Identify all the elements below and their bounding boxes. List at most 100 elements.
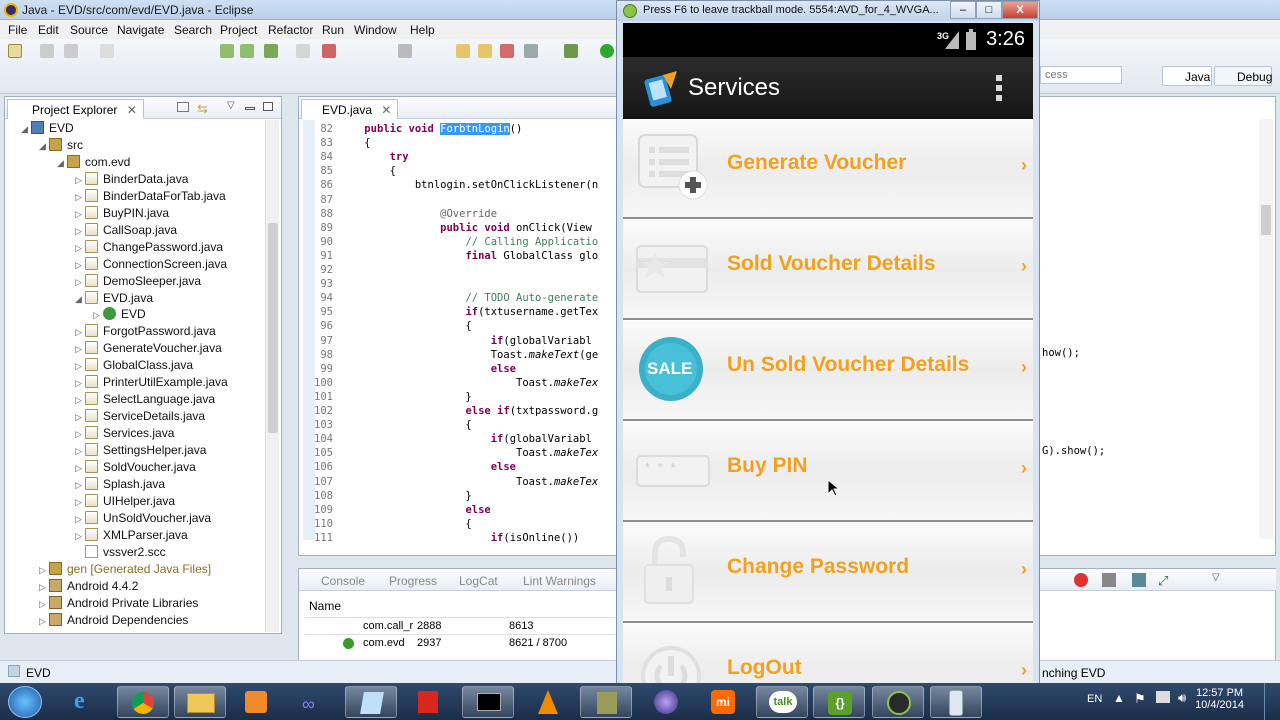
new-icon[interactable] <box>8 44 22 58</box>
expand-arrow-icon[interactable]: ▷ <box>75 361 85 372</box>
run-icon[interactable] <box>600 44 614 58</box>
system-clock[interactable]: 12:57 PM 10/4/2014 <box>1195 687 1244 711</box>
link-editor-icon[interactable]: ⇆ <box>197 101 208 117</box>
tree-item[interactable]: ▷ gen [Generated Java Files] <box>39 561 211 579</box>
tree-item[interactable]: ▷ SettingsHelper.java <box>75 443 206 460</box>
menu-item-file[interactable]: File <box>8 23 27 37</box>
close-button[interactable]: X <box>1002 1 1038 19</box>
code-line[interactable]: 86 btnlogin.setOnClickListener(n <box>299 179 598 193</box>
tree-item[interactable]: ▷ XMLParser.java <box>75 527 188 545</box>
lint-icon[interactable] <box>264 44 278 58</box>
expand-arrow-icon[interactable]: ▷ <box>39 565 49 576</box>
project-explorer-tab[interactable]: Project Explorer ✕ <box>7 99 144 119</box>
expand-arrow-icon[interactable]: ◢ <box>57 158 67 169</box>
menu-item-edit[interactable]: Edit <box>38 23 59 37</box>
list-item-generate-voucher[interactable]: Generate Voucher › <box>623 119 1033 219</box>
dump-icon[interactable] <box>1132 573 1146 587</box>
chrome-icon[interactable] <box>117 686 169 718</box>
tree-item[interactable]: ▷ BinderData.java <box>75 171 188 189</box>
tree-item[interactable]: ▷ Splash.java <box>75 476 165 494</box>
expand-arrow-icon[interactable]: ▷ <box>75 463 85 474</box>
expand-arrow-icon[interactable]: ◢ <box>75 294 85 305</box>
expand-arrow-icon[interactable]: ▷ <box>75 209 85 220</box>
code-line[interactable]: 93 <box>299 278 339 292</box>
notepad-icon[interactable] <box>345 686 397 718</box>
suspend-icon[interactable] <box>478 44 492 58</box>
expand-arrow-icon[interactable]: ▷ <box>75 277 85 288</box>
list-item-buy-pin[interactable]: * * * Buy PIN › <box>623 422 1033 522</box>
tree-item[interactable]: ▷ Services.java <box>75 426 174 443</box>
expand-arrow-icon[interactable]: ◢ <box>21 124 31 135</box>
expand-arrow-icon[interactable]: ▷ <box>75 226 85 237</box>
tree-item[interactable]: ▷ BuyPIN.java <box>75 205 169 223</box>
vlc-icon[interactable] <box>522 686 574 718</box>
screenshot-icon[interactable] <box>1102 573 1116 587</box>
volume-icon[interactable]: 🔊︎ <box>1178 690 1186 706</box>
scrollbar-thumb[interactable] <box>1261 205 1271 235</box>
expand-arrow-icon[interactable]: ▷ <box>75 480 85 491</box>
tree-item[interactable]: ▷ ServiceDetails.java <box>75 409 205 426</box>
code-line[interactable]: 106 else <box>299 461 516 475</box>
eclipse-launcher-icon[interactable] <box>640 686 692 718</box>
code-line[interactable]: 101 } <box>299 391 472 405</box>
menu-item-navigate[interactable]: Navigate <box>117 23 164 37</box>
java-perspective-button[interactable]: Java <box>1162 66 1212 86</box>
expand-arrow-icon[interactable]: ▷ <box>93 310 103 321</box>
code-line[interactable]: 98 Toast.makeText(ge <box>299 349 598 363</box>
expand-arrow-icon[interactable]: ▷ <box>75 446 85 457</box>
expand-arrow-icon[interactable]: ▷ <box>75 243 85 254</box>
code-line[interactable]: 82 public void ForbtnLogin() <box>299 123 522 137</box>
list-item-logout[interactable]: LogOut › <box>623 624 1033 687</box>
tree-item[interactable]: ▷ DemoSleeper.java <box>75 273 201 291</box>
expand-arrow-icon[interactable]: ▷ <box>75 192 85 203</box>
terminate-icon[interactable] <box>500 44 514 58</box>
tree-item[interactable]: ▷ GenerateVoucher.java <box>75 341 222 358</box>
tab-progress[interactable]: Progress <box>389 574 437 588</box>
tree-item[interactable]: ▷ ConnectionScreen.java <box>75 256 227 274</box>
start-button[interactable] <box>8 686 42 718</box>
code-line[interactable]: 100 Toast.makeTex <box>299 377 598 391</box>
expand-arrow-icon[interactable]: ▷ <box>75 327 85 338</box>
tree-item[interactable]: ◢ com.evd <box>57 154 130 172</box>
code-line[interactable]: 111 if(isOnline()) <box>299 532 579 546</box>
tree-item[interactable]: ▷ UIHelper.java <box>75 493 175 511</box>
tree-item[interactable]: ◢ EVD.java <box>75 290 153 308</box>
code-line[interactable]: 102 else if(txtpassword.g <box>299 405 598 419</box>
menu-item-run[interactable]: Run <box>322 23 344 37</box>
view-menu-icon[interactable]: ▽ <box>1212 572 1220 583</box>
print-icon[interactable] <box>100 44 114 58</box>
expand-arrow-icon[interactable]: ▷ <box>75 514 85 525</box>
tree-item[interactable]: ▷ SelectLanguage.java <box>75 392 215 409</box>
expand-arrow-icon[interactable]: ▷ <box>75 344 85 355</box>
tree-item[interactable]: ◢ EVD <box>21 121 74 138</box>
tree-item[interactable]: ▷ ChangePassword.java <box>75 239 223 257</box>
tree-item[interactable]: ▷ ForgotPassword.java <box>75 324 216 341</box>
tree-item[interactable]: ▷ GlobalClass.java <box>75 358 193 375</box>
expand-arrow-icon[interactable]: ▷ <box>39 599 49 610</box>
code-line[interactable]: 108 } <box>299 490 472 504</box>
avd-manager-icon[interactable] <box>240 44 254 58</box>
editor-scrollbar[interactable] <box>1259 119 1273 539</box>
mi-icon[interactable]: mi <box>697 686 749 718</box>
code-line[interactable]: 91 final GlobalClass glo <box>299 250 598 264</box>
code-line[interactable]: 90 // Calling Applicatio <box>299 236 598 250</box>
code-line[interactable]: 96 { <box>299 320 471 334</box>
menu-item-refactor[interactable]: Refactor <box>268 23 313 37</box>
media-player-icon[interactable] <box>231 686 283 718</box>
code-line[interactable]: 110 { <box>299 518 472 532</box>
expand-arrow-icon[interactable]: ◢ <box>39 141 49 152</box>
scrollbar-thumb[interactable] <box>268 223 278 433</box>
google-talk-icon[interactable]: talk <box>756 686 808 718</box>
phone-icon[interactable] <box>930 686 982 718</box>
eclipse-taskbar-icon[interactable]: ∞ <box>288 686 340 718</box>
android-icon[interactable] <box>296 44 310 58</box>
code-line[interactable]: 105 Toast.makeTex <box>299 447 598 461</box>
android-sdk-icon[interactable] <box>220 44 234 58</box>
acrobat-icon[interactable] <box>402 686 454 718</box>
code-line[interactable]: 92 <box>299 264 339 278</box>
stop-icon[interactable] <box>1074 573 1088 587</box>
expand-arrow-icon[interactable]: ▷ <box>75 395 85 406</box>
package-icon[interactable] <box>322 44 336 58</box>
tree-item[interactable]: ▷ Android Private Libraries <box>39 595 198 613</box>
tree-item[interactable]: ▷ UnSoldVoucher.java <box>75 510 211 528</box>
